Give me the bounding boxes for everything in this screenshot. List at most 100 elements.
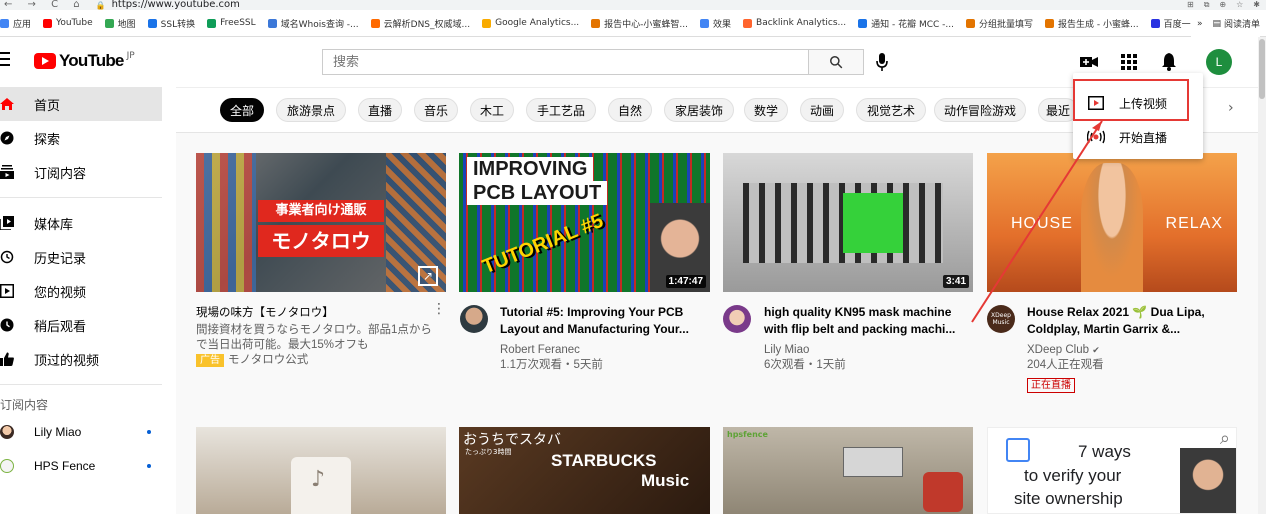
- bookmark-item[interactable]: 通知 - 花瓣 MCC -...: [858, 17, 954, 30]
- bookmark-item[interactable]: 效果: [700, 17, 731, 30]
- chip-5[interactable]: 手工艺品: [526, 98, 596, 122]
- chip-8[interactable]: 数学: [744, 98, 788, 122]
- channel-avatar[interactable]: [460, 305, 488, 333]
- bookmark-label: 应用: [13, 19, 32, 30]
- puzzle-icon[interactable]: ✱: [1253, 0, 1260, 10]
- channel-name[interactable]: Robert Feranec: [500, 343, 705, 358]
- bookmark-item[interactable]: SSL转换: [147, 17, 195, 30]
- chip-9[interactable]: 动画: [800, 98, 844, 122]
- bookmark-item[interactable]: Backlink Analytics...: [743, 18, 846, 28]
- bookmark-item[interactable]: Google Analytics...: [482, 18, 579, 28]
- bookmark-item[interactable]: FreeSSL: [207, 18, 256, 28]
- chip-6[interactable]: 自然: [608, 98, 652, 122]
- external-link-icon[interactable]: ↗: [418, 266, 438, 286]
- create-video-icon[interactable]: [1078, 51, 1100, 73]
- search-input[interactable]: [322, 49, 809, 75]
- chips-next-icon[interactable]: ›: [1228, 100, 1234, 116]
- bookmark-label: 域名Whois查询 -...: [280, 19, 359, 30]
- chip-11[interactable]: 动作冒险游戏: [934, 98, 1026, 122]
- video-thumbnail[interactable]: 事業者向け通販 モノタロウ ↗: [196, 153, 446, 292]
- video-thumbnail[interactable]: IMPROVING PCB LAYOUT TUTORIAL #5 1:47:47: [459, 153, 710, 292]
- apps-grid-icon[interactable]: [1118, 51, 1140, 73]
- sidebar-item-liked[interactable]: 顶过的视频: [0, 342, 176, 376]
- bookmark-item[interactable]: 域名Whois查询 -...: [267, 17, 359, 30]
- scrollbar-thumb[interactable]: [1259, 39, 1265, 99]
- subscription-item-lily-miao[interactable]: Lily Miao: [0, 415, 176, 449]
- video-title[interactable]: high quality KN95 mask machine with flip…: [764, 304, 969, 338]
- sidebar-item-watch-later[interactable]: 稍后观看: [0, 308, 176, 342]
- thumb-title-line1: IMPROVING: [467, 157, 594, 181]
- share-icon[interactable]: ⧉: [1204, 0, 1210, 10]
- bookmark-item[interactable]: 报告中心-小蜜蜂智...: [591, 17, 688, 30]
- video-thumbnail[interactable]: ♪: [196, 427, 446, 514]
- video-thumbnail[interactable]: HOUSE RELAX: [987, 153, 1237, 292]
- video-title[interactable]: Tutorial #5: Improving Your PCB Layout a…: [500, 304, 705, 338]
- video-thumbnail[interactable]: hpsfence: [723, 427, 973, 514]
- zoom-icon[interactable]: ⊕: [1219, 0, 1226, 10]
- menu-icon[interactable]: [0, 52, 14, 70]
- search-button[interactable]: [808, 49, 864, 75]
- sidebar-divider: [0, 384, 162, 385]
- go-live-item[interactable]: 开始直播: [1073, 119, 1203, 155]
- bookmark-item[interactable]: 地图: [104, 17, 136, 30]
- sidebar-item-home[interactable]: 首页: [0, 87, 162, 121]
- sidebar-item-your-videos[interactable]: 您的视频: [0, 274, 176, 308]
- bell-icon[interactable]: [1158, 51, 1180, 73]
- youtube-logo[interactable]: YouTube JP: [34, 51, 135, 71]
- video-title[interactable]: 現場の味方【モノタロウ】: [196, 304, 441, 321]
- video-stats: 1.1万次观看・5天前: [500, 359, 603, 371]
- address-bar[interactable]: ← → C ⌂ 🔒 https://www.youtube.com: [0, 0, 240, 10]
- channel-avatar[interactable]: [723, 305, 751, 333]
- channel-name[interactable]: XDeep Club: [1027, 344, 1089, 356]
- chip-1[interactable]: 旅游景点: [276, 98, 346, 122]
- chip-10[interactable]: 视觉艺术: [856, 98, 926, 122]
- reading-list[interactable]: 阅读清单: [1224, 17, 1260, 30]
- thumb-search-icon: ⌕: [1219, 428, 1230, 449]
- bookmark-item[interactable]: YouTube: [43, 18, 93, 28]
- subscription-item-hps-fence[interactable]: HPS Fence: [0, 449, 176, 483]
- more-options-icon[interactable]: ⋮: [432, 302, 446, 316]
- channel-name[interactable]: モノタロウ公式: [228, 354, 308, 366]
- video-thumbnail[interactable]: おうちでスタバ たっぷり3時間 STARBUCKS Music: [459, 427, 710, 514]
- video-title[interactable]: House Relax 2021 🌱 Dua Lipa, Coldplay, M…: [1027, 304, 1235, 338]
- mic-icon[interactable]: [873, 52, 891, 72]
- sidebar-item-subscriptions[interactable]: 订阅内容: [0, 155, 176, 189]
- channel-name[interactable]: Lily Miao: [764, 343, 969, 358]
- lock-icon: 🔒: [95, 0, 106, 10]
- thumb-text-right: RELAX: [1165, 215, 1223, 232]
- channel-avatar[interactable]: XDeep Music: [987, 305, 1015, 333]
- thumb-machine-panel: [843, 193, 903, 253]
- page-scrollbar[interactable]: [1258, 37, 1266, 514]
- extension-icons[interactable]: ⊞ ⧉ ⊕ ☆ ✱: [1187, 0, 1260, 10]
- video-thumbnail[interactable]: ⌕ 7 ways to verify your site ownership: [987, 427, 1237, 514]
- bookmark-item[interactable]: 应用: [0, 17, 31, 30]
- sidebar-item-explore[interactable]: 探索: [0, 121, 176, 155]
- bookmark-favicon-icon: [370, 18, 380, 28]
- avatar[interactable]: L: [1206, 49, 1232, 75]
- bookmark-item[interactable]: 分组批量填写: [965, 17, 1033, 30]
- watch-later-icon: [0, 318, 14, 332]
- sidebar-item-label: 订阅内容: [34, 166, 87, 182]
- video-meta: Tutorial #5: Improving Your PCB Layout a…: [500, 304, 705, 373]
- translate-icon[interactable]: ⊞: [1187, 0, 1194, 10]
- chip-12[interactable]: 最近: [1038, 98, 1078, 122]
- bookmarks-overflow[interactable]: » ▤ 阅读清单: [1190, 10, 1260, 37]
- sidebar-item-library[interactable]: 媒体库: [0, 206, 176, 240]
- thumb-tool: [843, 447, 903, 477]
- sidebar-item-history[interactable]: 历史记录: [0, 240, 176, 274]
- chip-4[interactable]: 木工: [470, 98, 514, 122]
- chip-2[interactable]: 直播: [358, 98, 402, 122]
- video-thumbnail[interactable]: 3:41: [723, 153, 973, 292]
- bookmark-item[interactable]: 云解析DNS_权威域...: [370, 17, 470, 30]
- browser-nav-icons[interactable]: ← → C ⌂: [4, 0, 86, 10]
- url-text[interactable]: https://www.youtube.com: [112, 0, 240, 10]
- bookmark-item[interactable]: 报告生成 - 小蜜蜂...: [1045, 17, 1139, 30]
- more-bookmarks[interactable]: »: [1197, 19, 1203, 29]
- star-icon[interactable]: ☆: [1236, 0, 1243, 10]
- bookmark-label: 报告生成 - 小蜜蜂...: [1058, 19, 1139, 30]
- subscriptions-heading: 订阅内容: [0, 397, 49, 412]
- chip-7[interactable]: 家居装饰: [664, 98, 734, 122]
- chip-0[interactable]: 全部: [220, 98, 264, 122]
- subscription-label: Lily Miao: [34, 425, 82, 439]
- chip-3[interactable]: 音乐: [414, 98, 458, 122]
